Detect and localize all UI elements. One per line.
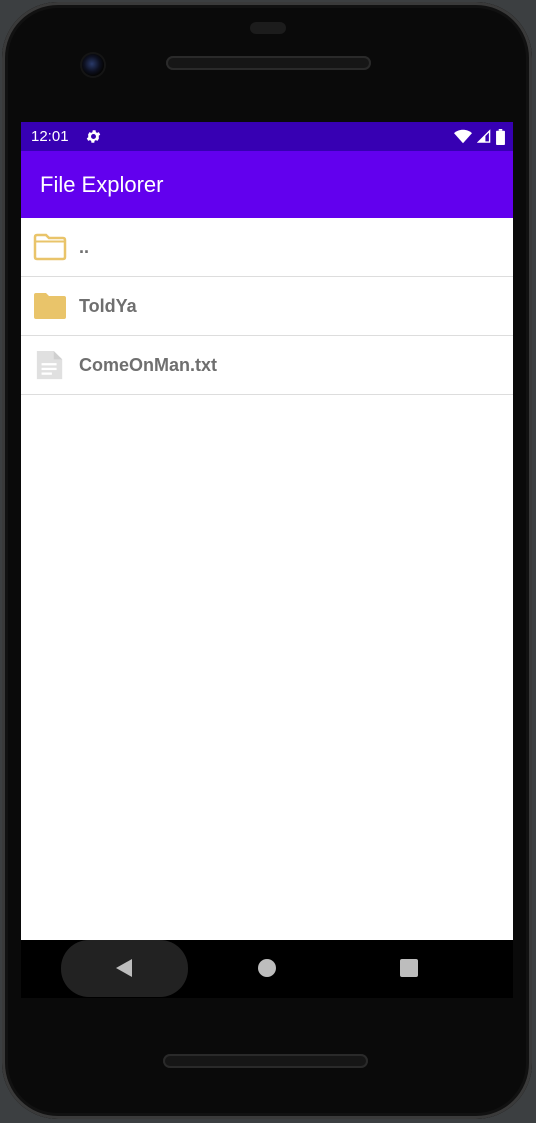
status-bar: 12:01: [21, 122, 513, 151]
folder-outline-icon: [33, 233, 67, 261]
earpiece: [250, 22, 286, 34]
document-icon: [36, 350, 63, 380]
navigation-bar: [21, 940, 513, 998]
battery-icon: [496, 128, 505, 145]
wifi-icon: [454, 129, 472, 144]
device-screen: 12:01 File Explorer .. ToldYa ComeOnMan.…: [21, 122, 513, 940]
front-camera: [82, 54, 104, 76]
signal-icon: [477, 129, 491, 143]
folder-icon: [34, 293, 66, 319]
app-title: File Explorer: [40, 172, 164, 197]
back-icon[interactable]: [114, 958, 134, 978]
app-bar: File Explorer: [21, 151, 513, 218]
recents-icon[interactable]: [400, 959, 418, 977]
status-time: 12:01: [31, 128, 69, 145]
list-item-folder[interactable]: ToldYa: [21, 277, 513, 336]
file-label: ToldYa: [79, 296, 137, 316]
status-icons: [454, 128, 505, 145]
file-label: ..: [79, 237, 90, 257]
home-icon[interactable]: [258, 959, 276, 977]
file-list: .. ToldYa ComeOnMan.txt: [21, 218, 513, 395]
file-label: ComeOnMan.txt: [79, 355, 218, 375]
list-item-parent-directory[interactable]: ..: [21, 218, 513, 277]
gear-icon: [86, 130, 101, 143]
bottom-speaker: [163, 1054, 368, 1068]
list-item-file[interactable]: ComeOnMan.txt: [21, 336, 513, 395]
top-speaker: [166, 56, 371, 70]
